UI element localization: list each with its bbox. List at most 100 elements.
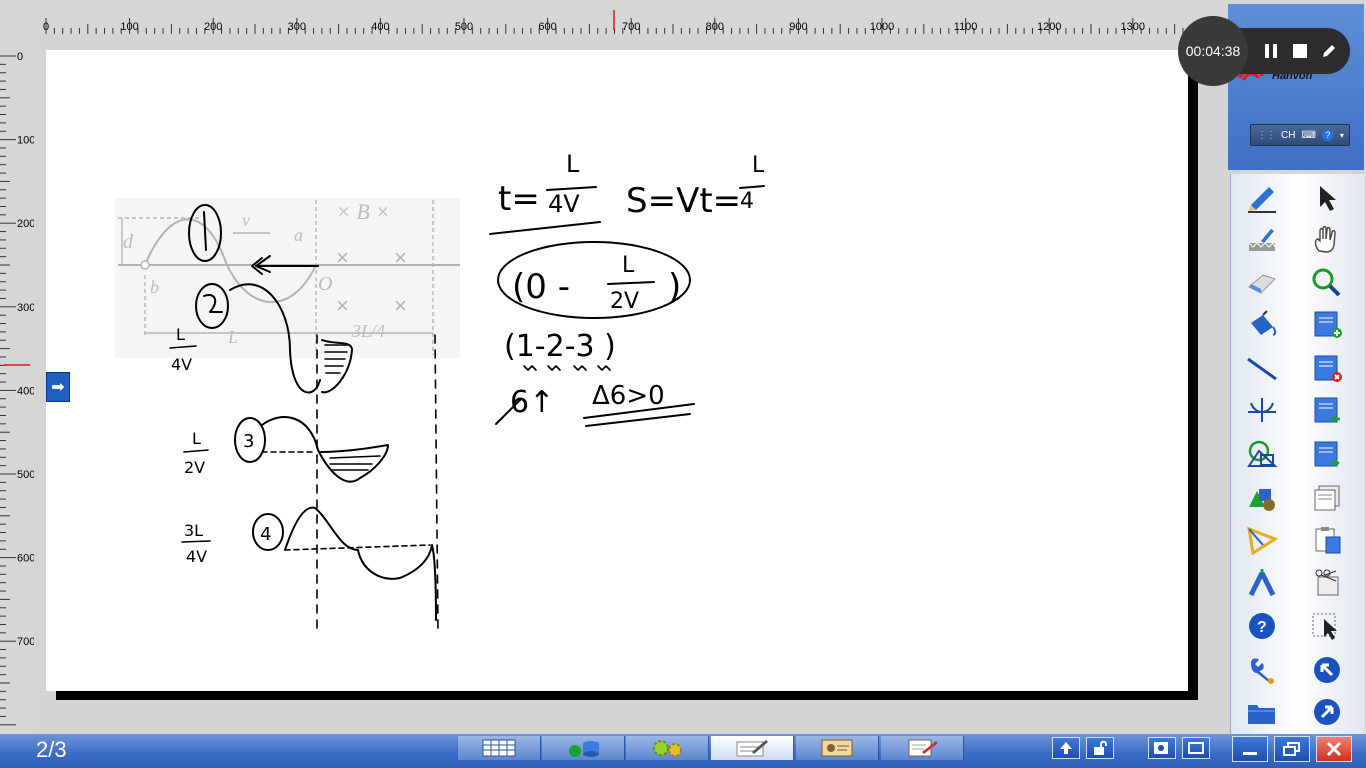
pencil-icon xyxy=(1323,45,1335,57)
minimize-icon xyxy=(1243,752,1257,755)
taskbar-resources-button[interactable] xyxy=(542,736,625,760)
whiteboard-canvas[interactable]: d v a × B × × × × × b O L 3L/4 L 4V 3 L … xyxy=(46,50,1188,691)
ruler-label: 0 xyxy=(17,51,23,63)
compass-icon[interactable] xyxy=(1242,564,1282,600)
taskbar-video-button[interactable] xyxy=(796,736,879,760)
ruler-label: 1200 xyxy=(1037,21,1061,33)
svg-text:2V: 2V xyxy=(184,458,205,477)
svg-text:4: 4 xyxy=(740,189,754,214)
brush-icon[interactable] xyxy=(1242,222,1282,258)
ruler-label: 1300 xyxy=(1121,21,1145,33)
unlock-icon xyxy=(1094,740,1107,755)
ruler-label: 700 xyxy=(622,21,640,33)
forward-arrow-icon[interactable] xyxy=(1307,694,1347,730)
ime-menu-icon[interactable]: ▾ xyxy=(1340,131,1344,140)
pause-recording-button[interactable] xyxy=(1260,40,1282,62)
svg-text:4V: 4V xyxy=(548,190,580,218)
film-icon xyxy=(821,739,853,757)
figure-label-v: v xyxy=(242,210,250,230)
ruler-label: 300 xyxy=(17,302,34,314)
svg-text:S=Vt=: S=Vt= xyxy=(626,181,741,221)
3d-shapes-icon[interactable] xyxy=(1242,480,1282,516)
ruler-label: 800 xyxy=(706,21,724,33)
keyboard-icon[interactable]: ⌨ xyxy=(1301,130,1315,141)
ruler-label: 600 xyxy=(17,553,34,565)
hand-icon[interactable] xyxy=(1307,222,1347,258)
ruler-label: 0 xyxy=(43,21,49,33)
taskbar-notes-button[interactable] xyxy=(881,736,964,760)
help-icon[interactable]: ? xyxy=(1242,608,1282,644)
page-list-icon[interactable] xyxy=(1307,480,1347,516)
canvas-shadow xyxy=(56,691,1198,700)
figure-label-length: L xyxy=(227,327,238,347)
settings-wrench-icon[interactable] xyxy=(1242,652,1282,688)
taskbar-table-button[interactable] xyxy=(458,736,541,760)
resources-icon xyxy=(569,741,599,757)
area-select-icon[interactable] xyxy=(1307,608,1347,644)
close-button[interactable] xyxy=(1316,736,1352,762)
eraser-icon[interactable] xyxy=(1242,264,1282,300)
line-icon[interactable] xyxy=(1242,350,1282,386)
figure-label-b-field: × B × xyxy=(336,199,390,224)
svg-text:4V: 4V xyxy=(171,355,192,374)
recording-timer: 00:04:38 xyxy=(1178,16,1248,86)
cut-icon[interactable] xyxy=(1307,564,1347,600)
ime-help-icon[interactable]: ? xyxy=(1321,129,1334,141)
ruler-label: 100 xyxy=(120,21,138,33)
pen-icon[interactable] xyxy=(1242,180,1282,216)
svg-text:L: L xyxy=(752,153,765,178)
svg-text:4: 4 xyxy=(260,524,271,545)
back-arrow-icon[interactable] xyxy=(1307,652,1347,688)
new-page-icon[interactable] xyxy=(1307,306,1347,342)
taskbar-lock-button[interactable] xyxy=(1086,737,1114,759)
notepad-icon xyxy=(908,739,938,757)
shapes-icon[interactable] xyxy=(1242,436,1282,472)
svg-text:(0 -: (0 - xyxy=(512,267,570,307)
input-language[interactable]: CH xyxy=(1281,130,1295,141)
right-arrow-icon: ➡ xyxy=(51,379,65,396)
clipboard-icon[interactable] xyxy=(1307,522,1347,558)
input-method-toolbar[interactable]: ⋮⋮ CH ⌨ ? ▾ xyxy=(1250,124,1350,146)
screenshot-icon xyxy=(1154,742,1168,754)
restore-icon xyxy=(1283,742,1300,756)
folder-icon[interactable] xyxy=(1242,694,1282,730)
axis-icon[interactable] xyxy=(1242,392,1282,428)
figure-label-a: a xyxy=(294,225,303,245)
ruler-label: 500 xyxy=(455,21,473,33)
pause-icon xyxy=(1265,44,1277,58)
restore-button[interactable] xyxy=(1274,736,1310,762)
protractor-icon[interactable] xyxy=(1242,522,1282,558)
stop-icon xyxy=(1293,44,1307,58)
delete-page-icon[interactable] xyxy=(1307,350,1347,386)
svg-text:3L: 3L xyxy=(184,521,203,540)
minimize-button[interactable] xyxy=(1232,736,1268,762)
taskbar-whiteboard-button[interactable] xyxy=(711,736,794,760)
svg-text:Δ6>0: Δ6>0 xyxy=(592,381,665,411)
svg-text:L: L xyxy=(566,150,580,178)
ruler-label: 300 xyxy=(288,21,306,33)
magnifier-icon[interactable] xyxy=(1307,264,1347,300)
fill-bucket-icon[interactable] xyxy=(1242,306,1282,342)
drag-handle-icon[interactable]: ⋮⋮ xyxy=(1257,130,1276,141)
horizontal-ruler-ticks: 0 100 200 300 400 500 600 700 800 900 1000 1100 1200… xyxy=(43,10,1217,34)
next-page-icon[interactable] xyxy=(1307,436,1347,472)
prev-page-icon[interactable] xyxy=(1307,392,1347,428)
vertical-ruler: 0 100 200 300 400 500 600 700 xyxy=(0,34,35,734)
select-arrow-icon[interactable] xyxy=(1307,180,1347,216)
taskbar-capture-button[interactable] xyxy=(1148,737,1176,759)
page-nav-arrow-button[interactable]: ➡ xyxy=(46,372,70,402)
svg-text:(1-2-3 ): (1-2-3 ) xyxy=(504,329,616,364)
canvas-shadow xyxy=(1188,62,1198,700)
taskbar-upload-button[interactable] xyxy=(1052,737,1080,759)
table-icon xyxy=(482,739,516,757)
ruler-label: 900 xyxy=(789,21,807,33)
figure-label-d: d xyxy=(123,231,134,253)
vertical-ruler-ticks: 0 100 200 300 400 500 600 700 xyxy=(0,51,35,726)
ruler-label: 700 xyxy=(17,636,34,648)
figure-label-b: b xyxy=(150,277,159,297)
stop-recording-button[interactable] xyxy=(1289,40,1311,62)
svg-text:L: L xyxy=(192,429,201,448)
annotate-button[interactable] xyxy=(1318,40,1340,62)
taskbar-fullscreen-button[interactable] xyxy=(1182,737,1210,759)
taskbar-settings-button[interactable] xyxy=(626,736,709,760)
